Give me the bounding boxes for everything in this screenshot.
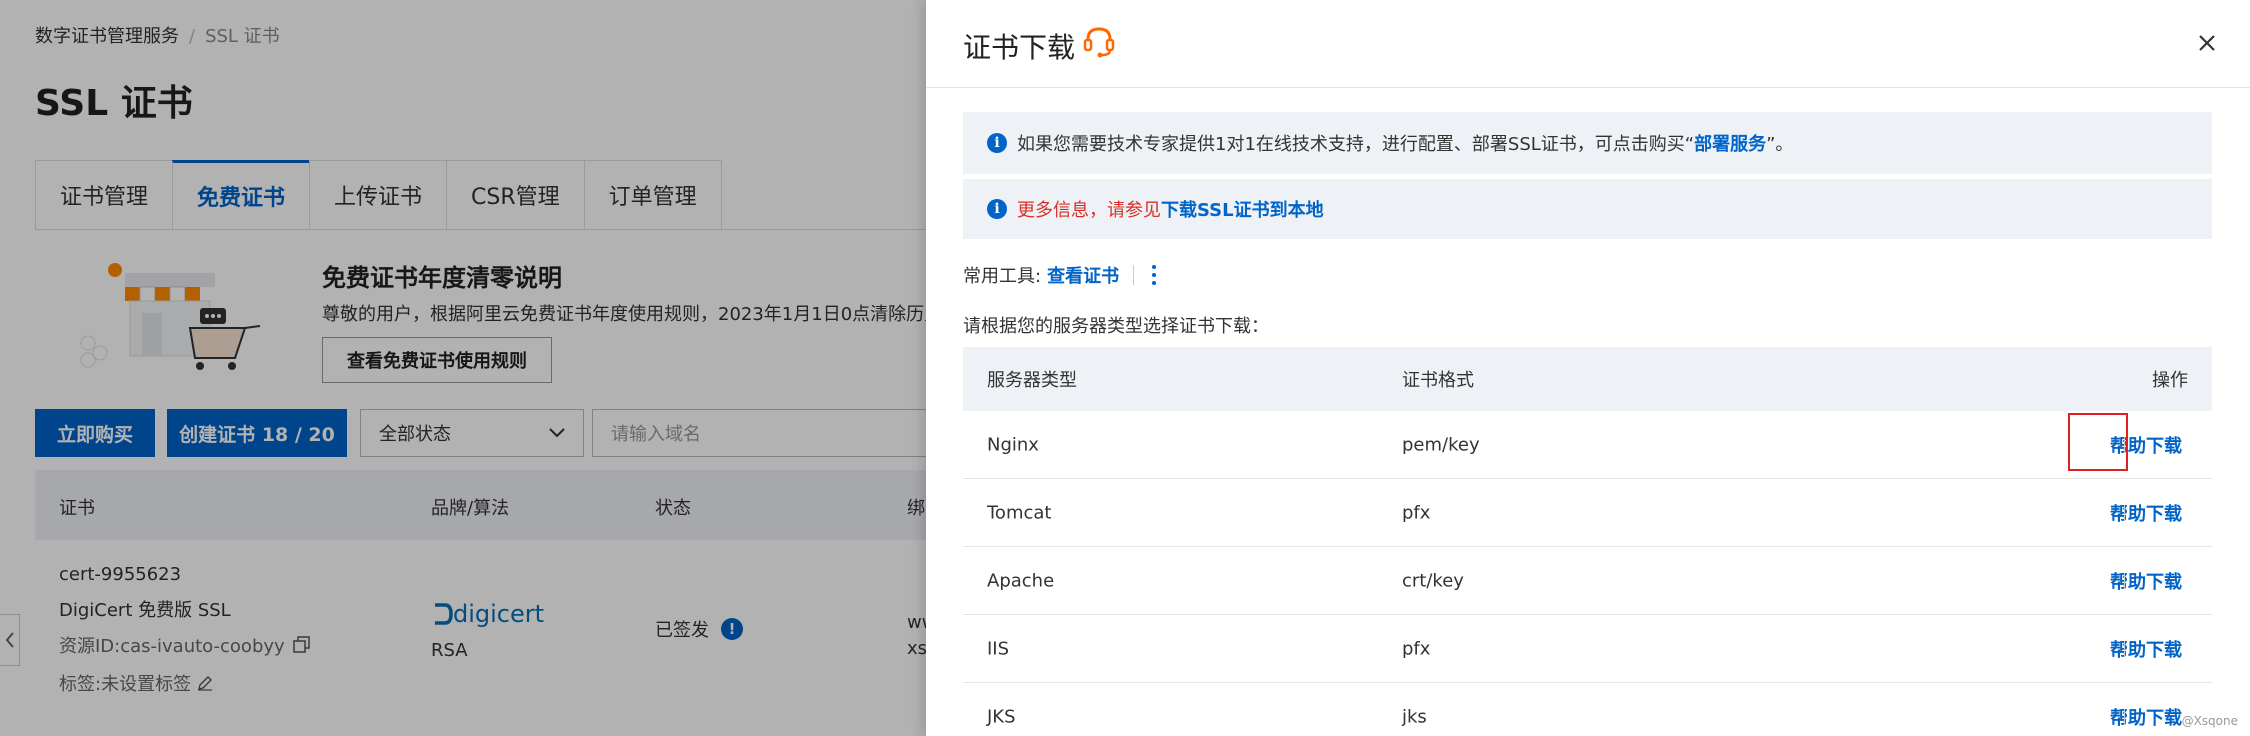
server-type: JKS [987,706,1016,727]
more-options-icon[interactable] [1152,265,1157,285]
support-notice-text: 如果您需要技术专家提供1对1在线技术支持，进行配置、部署SSL证书，可点击购买“ [1017,134,1695,155]
download-table: 服务器类型 证书格式 操作 Nginx pem/key 帮助 下载 Tomcat … [963,347,2212,736]
row-actions: 帮助 下载 [2110,568,2182,594]
server-type-prompt: 请根据您的服务器类型选择证书下载： [963,316,1269,337]
drawer-header: 证书下载 [926,0,2250,88]
col-header-cert-format: 证书格式 [1402,370,1474,391]
download-to-local-link[interactable]: 下载SSL证书到本地 [1161,196,1324,222]
download-table-header: 服务器类型 证书格式 操作 [963,347,2212,411]
view-cert-link[interactable]: 查看证书 [1047,262,1119,288]
download-button[interactable]: 下载 [2146,500,2182,526]
headset-support-icon[interactable] [1082,24,1116,58]
row-actions: 帮助 下载 [2110,500,2182,526]
cert-download-drawer: 证书下载 i 如果您需要技术专家提供1对1在线技术支持，进行配置、部署SSL证书… [926,0,2250,736]
cert-format: jks [1402,706,1427,727]
more-info-text: 更多信息，请参见 [1017,200,1161,221]
help-link[interactable]: 帮助 [2110,500,2146,526]
nginx-download-highlight [2068,413,2128,471]
row-actions: 帮助 下载 [2110,704,2182,730]
server-type: Apache [987,570,1055,591]
server-type: IIS [987,638,1010,659]
support-notice-suffix: ”。 [1766,134,1794,155]
cert-format: pfx [1402,638,1431,659]
download-button[interactable]: 下载 [2146,636,2182,662]
tools-divider [1133,265,1135,285]
drawer-title: 证书下载 [963,31,1076,64]
download-button[interactable]: 下载 [2146,432,2182,458]
help-link[interactable]: 帮助 [2110,636,2146,662]
common-tools: 常用工具: 查看证书 [963,262,1157,288]
info-icon: i [987,199,1007,219]
more-info-notice: i 更多信息，请参见 下载SSL证书到本地 [963,179,2212,239]
cert-format: pem/key [1402,434,1480,455]
download-button[interactable]: 下载 [2146,568,2182,594]
info-icon: i [987,133,1007,153]
col-header-action: 操作 [2152,370,2188,391]
support-notice: i 如果您需要技术专家提供1对1在线技术支持，进行配置、部署SSL证书，可点击购… [963,112,2212,174]
tools-label: 常用工具: [963,266,1042,287]
watermark: @Xsqone [2181,714,2238,728]
help-link[interactable]: 帮助 [2110,568,2146,594]
table-row: Tomcat pfx 帮助 下载 [963,479,2212,547]
help-link[interactable]: 帮助 [2110,704,2146,730]
table-row: IIS pfx 帮助 下载 [963,615,2212,683]
deploy-service-link[interactable]: 部署服务 [1694,130,1766,156]
download-button[interactable]: 下载 [2146,704,2182,730]
table-row: Nginx pem/key 帮助 下载 [963,411,2212,479]
server-type: Nginx [987,434,1039,455]
table-row: JKS jks 帮助 下载 [963,683,2212,736]
row-actions: 帮助 下载 [2110,636,2182,662]
close-icon[interactable] [2190,26,2224,60]
server-type: Tomcat [987,502,1052,523]
table-row: Apache crt/key 帮助 下载 [963,547,2212,615]
cert-format: pfx [1402,502,1431,523]
col-header-server-type: 服务器类型 [987,370,1077,391]
cert-format: crt/key [1402,570,1464,591]
